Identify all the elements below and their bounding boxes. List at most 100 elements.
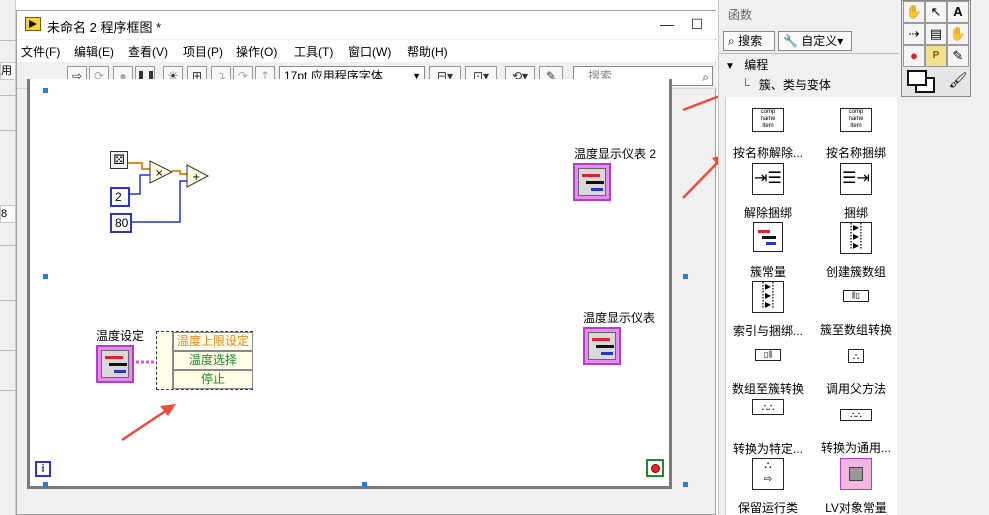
cluster-constant-icon [753,222,783,252]
wrench-icon: 🔧 [783,34,798,48]
scroll-icon[interactable]: ✋ [947,23,969,45]
maximize-button[interactable]: ☐ [687,15,707,33]
add-symbol: + [192,172,200,183]
connect-wire-icon[interactable]: ⇢ [903,23,925,45]
palette-item-unbundle[interactable]: ⇥☰ 解除捆绑 [725,163,811,221]
call-parent-method-icon: ⛬ [848,349,864,363]
to-more-generic-class-icon: ⛬⛬ [840,409,872,421]
random-number-dice-icon[interactable]: ⚄ [110,151,128,169]
numeric-constant-2[interactable]: 2 [110,187,130,207]
unbundle-item-temp-select[interactable]: 温度选择 [173,351,253,370]
index-and-bundle-icon: ⁝▸⁝ ⁝▸⁝ ⁝▸⁝ [752,280,784,313]
object-cube-icon [849,467,863,481]
palette-item-call-parent-method[interactable]: ⛬ 调用父方法 [813,349,899,399]
wire-random [125,162,150,170]
palette-item-to-more-generic[interactable]: ⛬⛬ 转换为通用... [813,409,899,457]
window-title: 未命名 2 程序框图 * [47,20,162,35]
edit-text-icon[interactable]: A [947,1,969,23]
object-shortcut-icon[interactable]: ▤ [925,23,947,45]
palette-item-label: 捆绑 [843,206,868,220]
menu-file[interactable]: 文件(F) [21,43,60,60]
resize-handle[interactable] [43,274,48,279]
menu-edit[interactable]: 编辑(E) [74,43,114,60]
resize-handle[interactable] [362,482,367,487]
unbundle-icon: ⇥☰ [752,163,784,195]
cluster-bar-black [762,236,776,239]
loop-iteration-terminal[interactable]: i [35,461,51,477]
paintbrush-icon[interactable]: 🖌 [948,71,968,91]
cluster-bar-blue [766,242,776,245]
loop-border-bottom [27,486,672,489]
palette-item-lv-object-constant[interactable]: LV对象常量 [813,458,899,515]
menu-window[interactable]: 窗口(W) [348,43,391,60]
palette-customize-label: 自定义▾ [801,34,844,48]
palette-item-bundle[interactable]: ☰⇥ 捆绑 [813,163,899,221]
palette-item-label: 保留运行类 [737,501,798,515]
palette-item-label: 解除捆绑 [743,206,792,220]
palette-tree-programming[interactable]: ▼ 编程 [725,56,768,73]
palette-tree-cluster-class-variant[interactable]: └ 簇、类与变体 [741,76,831,93]
functions-palette: 函数 ⌕ 搜索 🔧 自定义▾ ▼ 编程 └ 簇、类与变体 comp name ite… [718,0,900,515]
block-diagram-canvas[interactable]: × + ⚄ 2 80 温度显示仪表 2 温度显示仪表 温度设定 温度上限设定 温… [27,79,672,489]
menu-help[interactable]: 帮助(H) [407,43,448,60]
unbundle-item-stop[interactable]: 停止 [173,370,253,389]
preserve-run-time-class-icon: ⛬ ⇨ [752,458,784,490]
cluster-inner [578,168,606,196]
breakpoint-icon[interactable]: ● [903,45,925,67]
cluster-bar-blue [601,352,613,355]
gauge1-label: 温度显示仪表 [583,311,656,325]
unbundle-item-upper-limit[interactable]: 温度上限设定 [173,332,253,351]
palette-search-button[interactable]: ⌕ 搜索 [723,31,775,51]
palette-item-label: 索引与捆绑... [732,324,803,338]
numeric-constant-80[interactable]: 80 [110,213,132,233]
palette-item-build-cluster-array[interactable]: ⁝▸⁝ ⁝▸⁝ ⁝▸⁝ 创建簇数组 [813,221,899,280]
resize-handle[interactable] [43,482,48,487]
palette-customize-button[interactable]: 🔧 自定义▾ [778,31,852,51]
unbundle-item-temp-select-text: 温度选择 [188,353,237,367]
palette-item-preserve-run-time-class[interactable]: ⛬ ⇨ 保留运行类 [725,458,811,515]
resize-handle[interactable] [683,274,688,279]
resize-handle[interactable] [683,482,688,487]
palette-item-bundle-by-name[interactable]: comp name item 按名称捆绑 [813,108,899,168]
loop-stop-terminal[interactable] [646,459,664,477]
cluster-inner [588,332,616,360]
palette-item-index-and-bundle[interactable]: ⁝▸⁝ ⁝▸⁝ ⁝▸⁝ 索引与捆绑... [725,280,811,339]
get-color-icon[interactable]: ✎ [947,45,969,67]
menu-operate[interactable]: 操作(O) [236,43,277,60]
operate-value-icon[interactable]: ✋ [903,1,925,23]
unbundle-by-name-node[interactable]: 温度上限设定 温度选择 停止 [156,331,253,390]
background-label: 用村 [0,62,16,80]
palette-item-array-to-cluster[interactable]: ▯⫼ 数组至簇转换 [725,349,811,399]
title-bar[interactable]: 未命名 2 程序框图 * — ☐ [17,11,717,39]
tree-branch-icon: └ [741,78,750,92]
unbundle-item-stop-text: 停止 [200,372,225,386]
cluster-bar-red [582,174,600,177]
search-icon: ⌕ [728,34,735,48]
gauge2-cluster-indicator[interactable] [573,163,611,201]
cluster-bar-red [758,230,770,233]
multiply-symbol: × [155,168,163,179]
divider [719,53,900,54]
palette-item-to-more-specific[interactable]: ⛬⛬ 转换为特定... [725,399,811,457]
palette-item-label: 创建簇数组 [825,265,886,279]
set-color-icon[interactable] [905,69,945,95]
menu-tools[interactable]: 工具(T) [294,43,333,60]
palette-item-cluster-constant[interactable]: 簇常量 [725,222,811,280]
temp-setting-cluster-control[interactable] [96,345,134,383]
palette-item-cluster-to-array[interactable]: ⫼▯ 簇至数组转换 [813,290,899,340]
minimize-button[interactable]: — [657,15,677,33]
menu-project[interactable]: 项目(P) [183,43,223,60]
menu-view[interactable]: 查看(V) [128,43,168,60]
palette-item-label: LV对象常量 [825,501,887,515]
wire-multiply-out [172,170,187,175]
palette-title: 函数 [728,8,753,22]
probe-icon[interactable]: P [925,45,947,67]
palette-item-unbundle-by-name[interactable]: comp name item 按名称解除... [725,108,811,168]
position-select-icon[interactable]: ↖ [925,1,947,23]
gauge1-cluster-indicator[interactable] [583,327,621,365]
wires: × + [125,160,210,364]
tools-palette: ✋ ↖ A ⇢ ▤ ✋ ● P ✎ 🖌 [901,0,971,97]
palette-item-label: 按名称捆绑 [825,146,886,160]
resize-handle[interactable] [43,88,48,93]
palette-search-label: 搜索 [738,34,763,48]
